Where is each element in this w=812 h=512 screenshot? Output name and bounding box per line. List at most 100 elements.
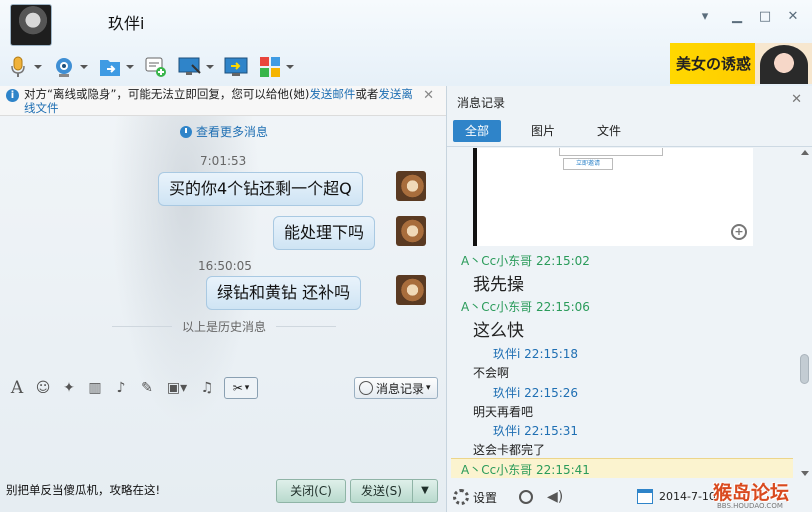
message-bubble[interactable]: 能处理下吗 bbox=[273, 216, 376, 250]
chevron-down-icon[interactable] bbox=[80, 65, 88, 69]
close-icon[interactable]: ✕ bbox=[791, 92, 802, 107]
my-avatar[interactable] bbox=[396, 216, 426, 246]
settings-button[interactable]: 设置 bbox=[473, 489, 497, 506]
image-content-button: 立即邀请 bbox=[563, 158, 613, 170]
divider-line bbox=[276, 326, 337, 327]
tab-images[interactable]: 图片 bbox=[519, 120, 567, 142]
notice-text-middle: 或者 bbox=[355, 87, 379, 101]
close-button[interactable]: 关闭(C) bbox=[276, 479, 346, 503]
close-icon[interactable]: ✕ bbox=[423, 89, 434, 103]
input-toolbar: A ☺ ✦ ▥ ♪ ✎ ▣▾ ♫ ✂ ▾ 消息记录 ▾ bbox=[0, 374, 446, 402]
group-chat-button[interactable] bbox=[144, 55, 168, 79]
maximize-icon[interactable]: □ bbox=[756, 8, 774, 26]
screenshot-button[interactable]: ✂ ▾ bbox=[224, 377, 258, 399]
tab-all[interactable]: 全部 bbox=[453, 120, 502, 142]
remote-desktop-icon bbox=[178, 55, 202, 79]
contact-avatar[interactable] bbox=[10, 4, 52, 46]
scroll-up-icon[interactable] bbox=[801, 150, 809, 155]
message-record-panel: 消息记录 ✕ 全部 图片 文件 立即邀请 + A丶Cc小东哥 22:15:02 … bbox=[446, 86, 812, 512]
send-label: 发送(S) bbox=[351, 480, 413, 502]
search-icon[interactable] bbox=[519, 490, 534, 504]
message-bubble[interactable]: 买的你4个钻还剩一个超Q bbox=[158, 172, 363, 206]
record-time: 22:15:06 bbox=[536, 300, 590, 314]
image-content bbox=[559, 148, 663, 156]
record-date[interactable]: 2014-7-10 bbox=[659, 490, 716, 503]
record-text: 不会啊 bbox=[473, 366, 510, 380]
message-bubble[interactable]: 绿钻和黄钻 还补吗 bbox=[206, 276, 362, 310]
record-text: 这么快 bbox=[473, 321, 524, 341]
magic-expression-icon[interactable]: ✦ bbox=[60, 379, 78, 397]
gear-icon[interactable] bbox=[453, 489, 469, 505]
chevron-down-icon[interactable] bbox=[206, 65, 214, 69]
message-input[interactable] bbox=[0, 402, 446, 478]
record-list: 立即邀请 + A丶Cc小东哥 22:15:02 我先操 A丶Cc小东哥 22:1… bbox=[447, 148, 799, 478]
watermark-logo: 猴岛论坛 bbox=[713, 482, 790, 504]
music-icon[interactable]: ♫ bbox=[198, 379, 216, 397]
info-icon: i bbox=[6, 89, 19, 102]
file-transfer-button[interactable] bbox=[98, 55, 134, 79]
chevron-down-icon[interactable] bbox=[286, 65, 294, 69]
record-header: A丶Cc小东哥 22:15:02 bbox=[461, 252, 590, 269]
screen-share-button[interactable] bbox=[224, 55, 248, 79]
chevron-down-icon[interactable]: ▾ bbox=[696, 8, 714, 26]
scissors-icon: ✂ bbox=[232, 381, 243, 395]
record-time: 22:15:18 bbox=[524, 347, 579, 361]
watermark-url: BBS.HOUDAO.COM bbox=[717, 502, 783, 510]
history-divider-label: 以上是历史消息 bbox=[182, 320, 267, 334]
send-options-dropdown[interactable]: ▼ bbox=[413, 480, 437, 502]
microphone-icon bbox=[6, 55, 30, 79]
font-icon[interactable]: A bbox=[8, 379, 26, 397]
record-header: 玖伴i 22:15:31 bbox=[493, 422, 578, 439]
chevron-down-icon[interactable] bbox=[126, 65, 134, 69]
send-email-link[interactable]: 发送邮件 bbox=[309, 87, 355, 101]
speaker-icon[interactable]: ◀) bbox=[547, 489, 563, 505]
chevron-down-icon: ▼ bbox=[421, 485, 429, 496]
tab-files[interactable]: 文件 bbox=[585, 120, 633, 142]
my-avatar[interactable] bbox=[396, 171, 426, 201]
voice-message-icon[interactable]: ♪ bbox=[112, 379, 130, 397]
message-history-label: 消息记录 bbox=[376, 381, 425, 396]
emoji-icon[interactable]: ☺ bbox=[34, 379, 52, 397]
apps-grid-icon bbox=[258, 55, 282, 79]
view-more-messages-link[interactable]: 查看更多消息 bbox=[180, 123, 268, 140]
chat-pane: i 对方“离线或隐身”，可能无法立即回复，您可以给他(她)发送邮件或者发送离线文… bbox=[0, 86, 446, 512]
record-time: 22:15:26 bbox=[524, 386, 579, 400]
video-button[interactable] bbox=[52, 55, 88, 79]
screen-share-icon bbox=[224, 55, 248, 79]
calendar-icon[interactable] bbox=[637, 489, 653, 504]
chat-toolbar bbox=[6, 52, 304, 82]
add-chat-icon bbox=[144, 55, 168, 79]
image-icon[interactable]: ▣▾ bbox=[164, 379, 190, 397]
voice-button[interactable] bbox=[6, 55, 42, 79]
remote-desktop-button[interactable] bbox=[178, 55, 214, 79]
minimize-icon[interactable]: ▁ bbox=[728, 8, 746, 26]
scrollbar-thumb[interactable] bbox=[800, 354, 809, 384]
record-panel-title: 消息记录 bbox=[457, 96, 506, 110]
shake-window-icon[interactable]: ▥ bbox=[86, 379, 104, 397]
doodle-icon[interactable]: ✎ bbox=[138, 379, 156, 397]
ad-banner[interactable]: 美女の诱惑 bbox=[670, 43, 812, 84]
send-button[interactable]: 发送(S) ▼ bbox=[350, 479, 438, 503]
close-icon[interactable]: ✕ bbox=[784, 8, 802, 26]
chevron-down-icon: ▾ bbox=[244, 383, 250, 393]
scroll-down-icon[interactable] bbox=[801, 471, 809, 476]
input-ad-text[interactable]: 别把单反当傻瓜机，攻略在这! bbox=[6, 482, 160, 498]
record-sender: A丶Cc小东哥 bbox=[461, 300, 533, 314]
record-sender: 玖伴i bbox=[493, 424, 521, 438]
chevron-down-icon: ▾ bbox=[426, 383, 431, 393]
record-text: 我先操 bbox=[473, 275, 524, 295]
file-transfer-icon bbox=[98, 55, 122, 79]
zoom-in-icon[interactable]: + bbox=[731, 224, 747, 240]
record-time: 22:15:31 bbox=[524, 424, 579, 438]
record-tabs: 全部 图片 文件 bbox=[453, 120, 651, 142]
record-sender: 玖伴i bbox=[493, 386, 521, 400]
clock-icon bbox=[180, 125, 192, 138]
apps-button[interactable] bbox=[258, 55, 294, 79]
record-text: 明天再看吧 bbox=[473, 405, 534, 419]
record-footer: 设置 ◀) 2014-7-10 猴岛论坛 BBS.HOUDAO.COM bbox=[447, 482, 812, 512]
chevron-down-icon[interactable] bbox=[34, 65, 42, 69]
message-history-button[interactable]: 消息记录 ▾ bbox=[354, 377, 438, 399]
my-avatar[interactable] bbox=[396, 275, 426, 305]
image-preview[interactable]: 立即邀请 + bbox=[473, 148, 753, 246]
record-scrollbar[interactable] bbox=[799, 148, 811, 478]
